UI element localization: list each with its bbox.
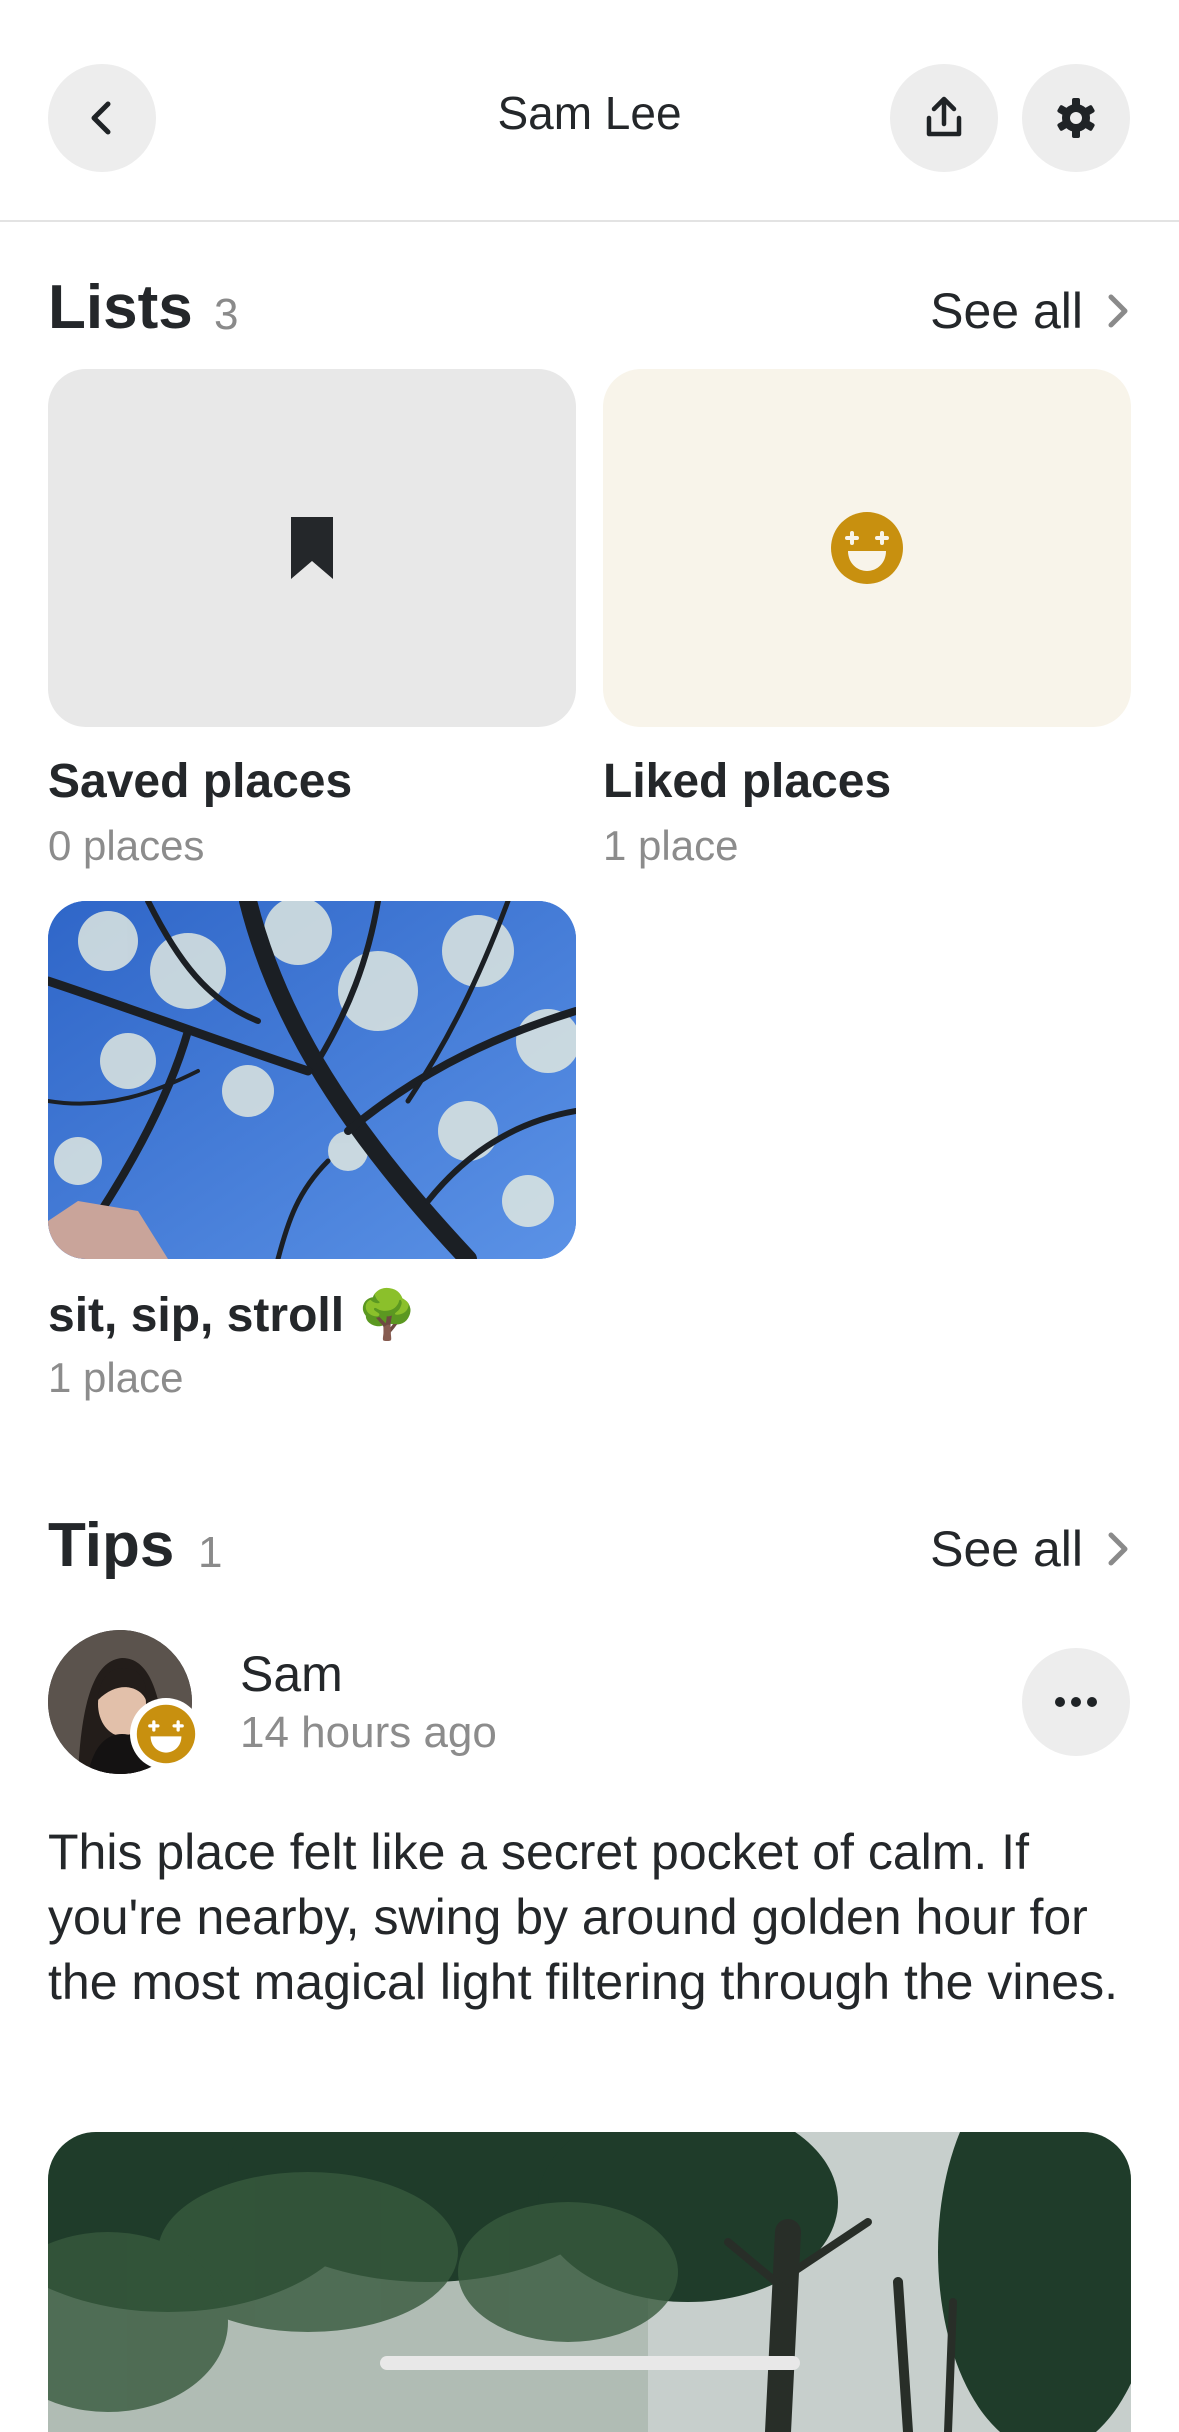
lists-title: Lists — [48, 273, 193, 342]
saved-places-count: 0 places — [48, 822, 205, 869]
see-all-label: See all — [930, 1521, 1083, 1577]
liked-places-title: Liked places — [603, 755, 892, 808]
sit-sip-stroll-title: sit, sip, stroll 🌳 — [48, 1289, 418, 1342]
tips-title: Tips — [48, 1511, 175, 1580]
home-indicator — [380, 2356, 800, 2370]
saved-places-card[interactable] — [48, 369, 576, 727]
lists-see-all-link[interactable]: See all — [930, 282, 1131, 340]
smiley-icon — [831, 512, 903, 584]
liked-places-count: 1 place — [603, 822, 739, 869]
share-button[interactable] — [890, 64, 998, 172]
ellipsis-icon — [1055, 1697, 1097, 1707]
gear-icon — [1057, 98, 1095, 138]
sit-sip-stroll-card[interactable] — [48, 901, 576, 1259]
settings-button[interactable] — [1022, 64, 1130, 172]
see-all-label: See all — [930, 283, 1083, 339]
sit-sip-stroll-count: 1 place — [48, 1354, 184, 1401]
lists-section-header: Lists 3 See all — [48, 272, 1131, 342]
tip-text: This place felt like a secret pocket of … — [48, 1824, 1118, 2010]
page-title: Sam Lee — [497, 87, 682, 139]
chevron-right-icon — [1108, 1532, 1128, 1566]
tree-photo — [48, 901, 576, 1259]
share-icon — [926, 96, 962, 137]
smiley-icon — [136, 1704, 196, 1764]
tips-see-all-link[interactable]: See all — [930, 1520, 1131, 1578]
tips-section-header: Tips 1 See all — [48, 1510, 1131, 1580]
more-options-button[interactable] — [1022, 1648, 1130, 1756]
forest-photo — [48, 2132, 1131, 2432]
saved-places-title: Saved places — [48, 755, 353, 808]
chevron-right-icon — [1108, 294, 1128, 328]
top-bar: Sam Lee — [0, 0, 1179, 222]
tips-count: 1 — [198, 1528, 223, 1577]
bookmark-icon — [291, 517, 333, 579]
liked-places-card[interactable] — [603, 369, 1131, 727]
liked-badge — [130, 1698, 202, 1770]
tip-author-name[interactable]: Sam — [240, 1645, 343, 1703]
tip-timestamp: 14 hours ago — [240, 1708, 497, 1757]
lists-count: 3 — [214, 290, 239, 339]
tip-photo[interactable] — [48, 2132, 1131, 2432]
